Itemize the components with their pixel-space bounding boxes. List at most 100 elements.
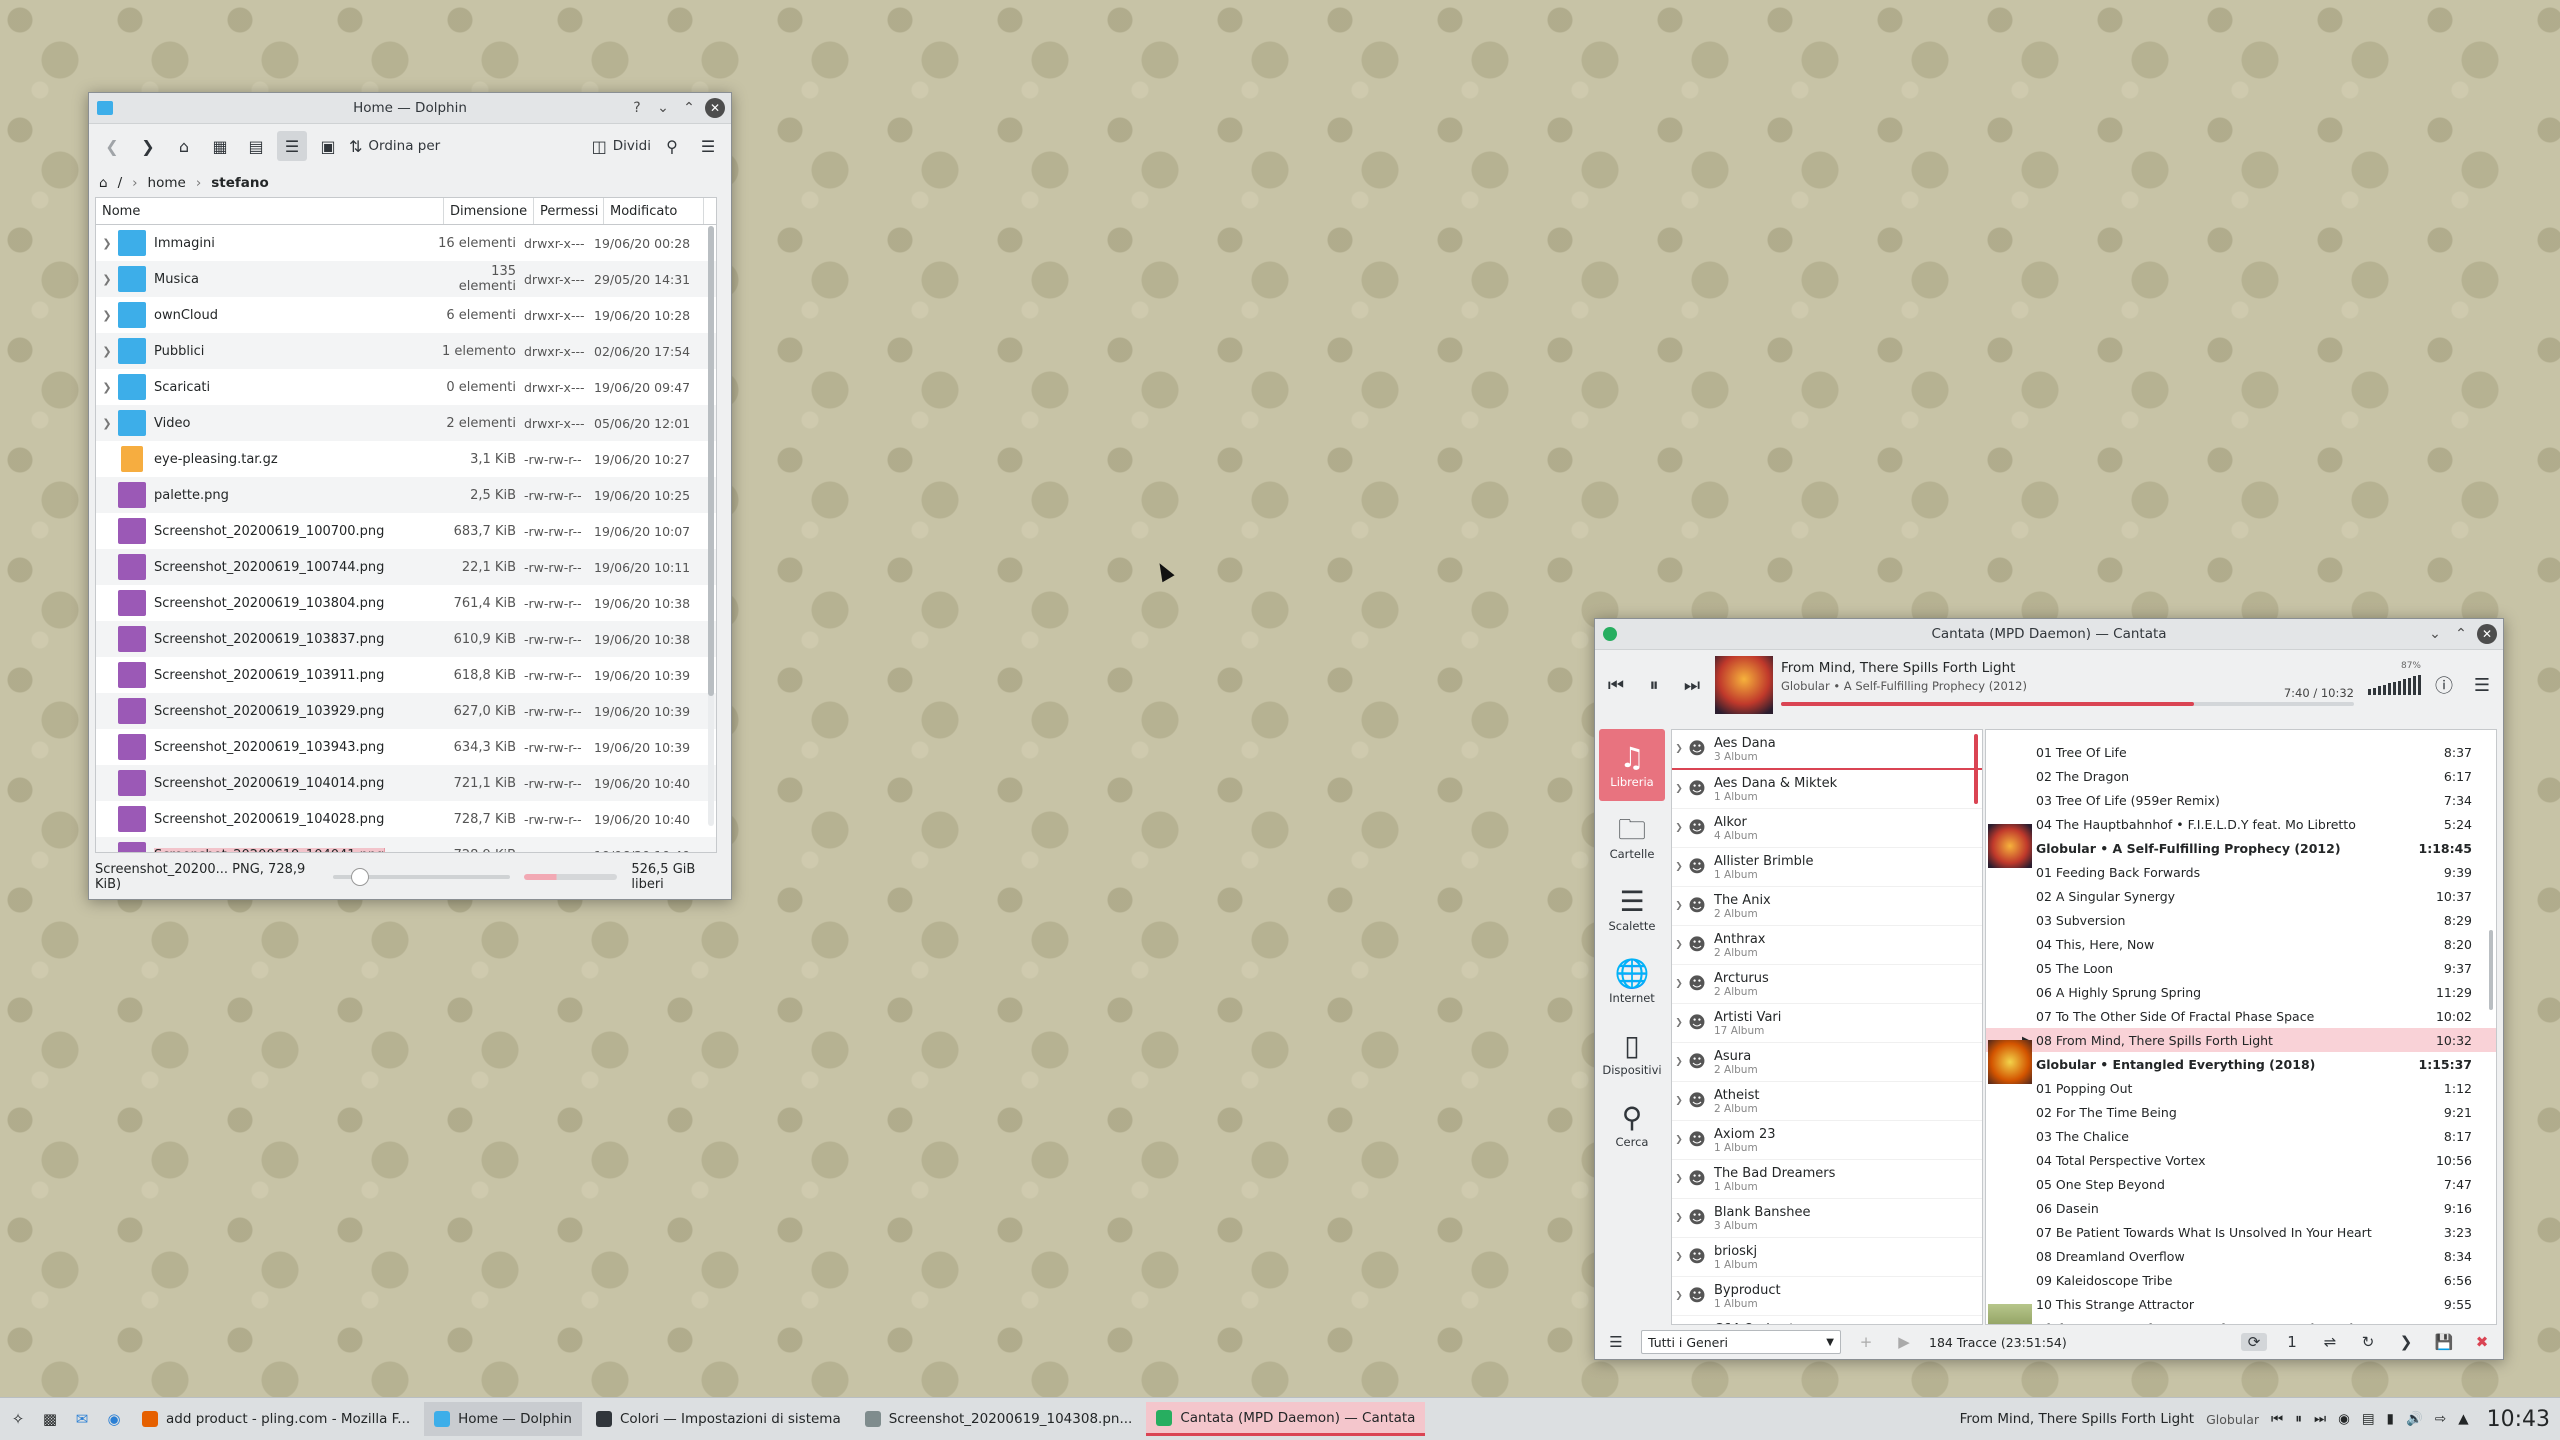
task-button[interactable]: Screenshot_20200619_104308.pn...: [855, 1402, 1143, 1436]
dolphin-titlebar[interactable]: Home — Dolphin ? ⌄ ⌃ ✕: [89, 93, 731, 124]
expand-chevron-icon[interactable]: ❯: [96, 345, 118, 358]
artist-row[interactable]: ❯ ☻ Byproduct 1 Album: [1672, 1277, 1982, 1316]
file-row[interactable]: ❯ Pubblici 1 elemento drwxr-x--- 02/06/20 17…: [96, 333, 716, 369]
next-track-icon[interactable]: ⏭: [1677, 675, 1707, 696]
expand-chevron-icon[interactable]: ❯: [1672, 1213, 1686, 1223]
file-row[interactable]: Screenshot_20200619_100744.png 22,1 KiB -r…: [96, 549, 716, 585]
file-row[interactable]: ❯ Musica 135 elementi drwxr-x--- 29/05/20 14…: [96, 261, 716, 297]
sidebar-item-scalette[interactable]: ☰ Scalette: [1599, 873, 1665, 945]
crumb-home[interactable]: home: [148, 175, 186, 191]
info-icon[interactable]: ⓘ: [2429, 672, 2459, 698]
file-row[interactable]: Screenshot_20200619_100700.png 683,7 KiB -…: [96, 513, 716, 549]
artist-row[interactable]: ❯ ☻ The Bad Dreamers 1 Album: [1672, 1160, 1982, 1199]
queue-track-row[interactable]: 02 The Dragon 6:17: [1986, 764, 2496, 788]
expand-chevron-icon[interactable]: ❯: [1672, 901, 1686, 911]
queue-track-row[interactable]: 04 The Hauptbahnhof • F.I.E.L.D.Y feat. …: [1986, 812, 2496, 836]
queue-track-row[interactable]: 07 Be Patient Towards What Is Unsolved I…: [1986, 1220, 2496, 1244]
expand-chevron-icon[interactable]: ❯: [1672, 1291, 1686, 1301]
tray-expand-icon[interactable]: ▲: [2458, 1411, 2468, 1427]
queue-track-row[interactable]: 04 Total Perspective Vortex 10:56: [1986, 1148, 2496, 1172]
cantata-titlebar[interactable]: Cantata (MPD Daemon) — Cantata ⌄ ⌃ ✕: [1595, 619, 2503, 650]
expand-chevron-icon[interactable]: ❯: [96, 417, 118, 430]
artist-row[interactable]: ❯ ☻ Allister Brimble 1 Album: [1672, 848, 1982, 887]
task-button[interactable]: Cantata (MPD Daemon) — Cantata: [1146, 1402, 1426, 1436]
app-launcher-icon[interactable]: ✧: [4, 1405, 32, 1433]
artist-scrollbar[interactable]: [1974, 734, 1978, 804]
play-icon[interactable]: ▶: [1891, 1333, 1917, 1351]
queue-track-row[interactable]: 03 Subversion 8:29: [1986, 908, 2496, 932]
expand-chevron-icon[interactable]: ❯: [1672, 940, 1686, 950]
tray-network-icon[interactable]: ⇨: [2435, 1411, 2446, 1427]
queue-track-row[interactable]: 01 Tree Of Life 8:37: [1986, 740, 2496, 764]
task-button[interactable]: Colori — Impostazioni di sistema: [586, 1402, 851, 1436]
file-row[interactable]: Screenshot_20200619_103837.png 610,9 KiB -…: [96, 621, 716, 657]
queue-track-row[interactable]: 09 Kaleidoscope Tribe 6:56: [1986, 1268, 2496, 1292]
expand-chevron-icon[interactable]: ❯: [1672, 784, 1686, 794]
crumb-current[interactable]: stefano: [211, 175, 269, 191]
back-icon[interactable]: ❮: [97, 131, 127, 161]
expand-chevron-icon[interactable]: ❯: [1672, 862, 1686, 872]
artist-row[interactable]: ❯ ☻ brioskj 1 Album: [1672, 1238, 1982, 1277]
github-icon[interactable]: ◉: [100, 1405, 128, 1433]
queue-track-row[interactable]: 02 A Singular Synergy 10:37: [1986, 884, 2496, 908]
scrollbar-thumb[interactable]: [708, 226, 714, 696]
thunderbird-icon[interactable]: ✉: [68, 1405, 96, 1433]
close-button[interactable]: ✕: [2477, 624, 2497, 644]
file-row[interactable]: Screenshot_20200619_103929.png 627,0 KiB -…: [96, 693, 716, 729]
queue-track-row[interactable]: 04 This, Here, Now 8:20: [1986, 932, 2496, 956]
queue-track-row[interactable]: 10 This Strange Attractor 9:55: [1986, 1292, 2496, 1316]
volume-control[interactable]: 87%: [2368, 661, 2421, 695]
tray-clipboard-icon[interactable]: ▤: [2362, 1411, 2375, 1427]
chevron-right-icon[interactable]: ❯: [2393, 1333, 2419, 1351]
tray-vpn-icon[interactable]: ◉: [2338, 1411, 2350, 1427]
shuffle-icon[interactable]: ⇌: [2317, 1333, 2343, 1351]
artist-row[interactable]: ❯ ☻ Anthrax 2 Album: [1672, 926, 1982, 965]
file-row[interactable]: Screenshot_20200619_103943.png 634,3 KiB -…: [96, 729, 716, 765]
clear-queue-icon[interactable]: ✖: [2469, 1333, 2495, 1351]
queue-track-row[interactable]: ▶08 From Mind, There Spills Forth Light1…: [1986, 1028, 2496, 1052]
single-button[interactable]: 1: [2279, 1333, 2305, 1351]
repeat-icon[interactable]: ⟳: [2241, 1333, 2267, 1351]
menu-icon[interactable]: ☰: [693, 131, 723, 161]
split-button[interactable]: ◫ Dividi: [592, 131, 651, 161]
crumb-root[interactable]: /: [118, 175, 123, 191]
hamburger-icon[interactable]: ☰: [1603, 1333, 1629, 1351]
menu-icon[interactable]: ☰: [2467, 675, 2497, 696]
artist-row[interactable]: ❯ ☻ Arcturus 2 Album: [1672, 965, 1982, 1004]
album-header-row[interactable]: Globular • Entangled Everything (2018) 1:…: [1986, 1040, 2496, 1084]
file-row[interactable]: ❯ Immagini 16 elementi drwxr-x--- 19/06/20 0…: [96, 225, 716, 261]
queue-track-row[interactable]: 06 Dasein 9:16: [1986, 1196, 2496, 1220]
queue-track-row[interactable]: 01 Feeding Back Forwards 9:39: [1986, 860, 2496, 884]
genre-select[interactable]: Tutti i Generi ▼: [1641, 1330, 1841, 1354]
artist-row[interactable]: ❯ ☻ The Anix 2 Album: [1672, 887, 1982, 926]
sidebar-item-dispositivi[interactable]: ▯ Dispositivi: [1599, 1017, 1665, 1089]
album-cover[interactable]: [1715, 656, 1773, 714]
file-row[interactable]: ❯ ownCloud 6 elementi drwxr-x--- 19/06/20 10…: [96, 297, 716, 333]
expand-chevron-icon[interactable]: ❯: [1672, 1018, 1686, 1028]
column-size[interactable]: Dimensione: [444, 198, 534, 224]
column-name[interactable]: Nome: [96, 198, 444, 224]
artist-row[interactable]: ❯ ☻ Blank Banshee 3 Album: [1672, 1199, 1982, 1238]
tray-next-icon[interactable]: ⏭: [2314, 1411, 2326, 1427]
consume-icon[interactable]: ↻: [2355, 1333, 2381, 1351]
minimize-button[interactable]: ⌄: [2425, 624, 2445, 644]
file-row[interactable]: Screenshot_20200619_103911.png 618,8 KiB -…: [96, 657, 716, 693]
artist-row[interactable]: ❯ ☻ Artisti Vari 17 Album: [1672, 1004, 1982, 1043]
file-row[interactable]: Screenshot_20200619_104014.png 721,1 KiB -…: [96, 765, 716, 801]
file-row[interactable]: Screenshot_20200619_103804.png 761,4 KiB -…: [96, 585, 716, 621]
artist-row[interactable]: ❯ ☻ Aes Dana 3 Album: [1672, 730, 1982, 770]
maximize-button[interactable]: ⌃: [2451, 624, 2471, 644]
task-button[interactable]: Home — Dolphin: [424, 1402, 582, 1436]
preview-icon[interactable]: ▣: [313, 131, 343, 161]
album-header-row[interactable]: Hinkstep • Sunrise From The Treetops (20…: [1986, 1304, 2496, 1324]
expand-chevron-icon[interactable]: ❯: [96, 273, 118, 286]
queue-track-row[interactable]: 08 Dreamland Overflow 8:34: [1986, 1244, 2496, 1268]
zoom-slider[interactable]: [333, 868, 511, 886]
help-button[interactable]: ?: [627, 98, 647, 118]
track-progress[interactable]: [1781, 702, 2354, 706]
expand-chevron-icon[interactable]: ❯: [96, 309, 118, 322]
expand-chevron-icon[interactable]: ❯: [1672, 1096, 1686, 1106]
file-row[interactable]: Screenshot_20200619_104028.png 728,7 KiB -…: [96, 801, 716, 837]
tray-prev-icon[interactable]: ⏮: [2271, 1411, 2283, 1427]
file-row[interactable]: palette.png 2,5 KiB -rw-rw-r-- 19/06/20 10:…: [96, 477, 716, 513]
